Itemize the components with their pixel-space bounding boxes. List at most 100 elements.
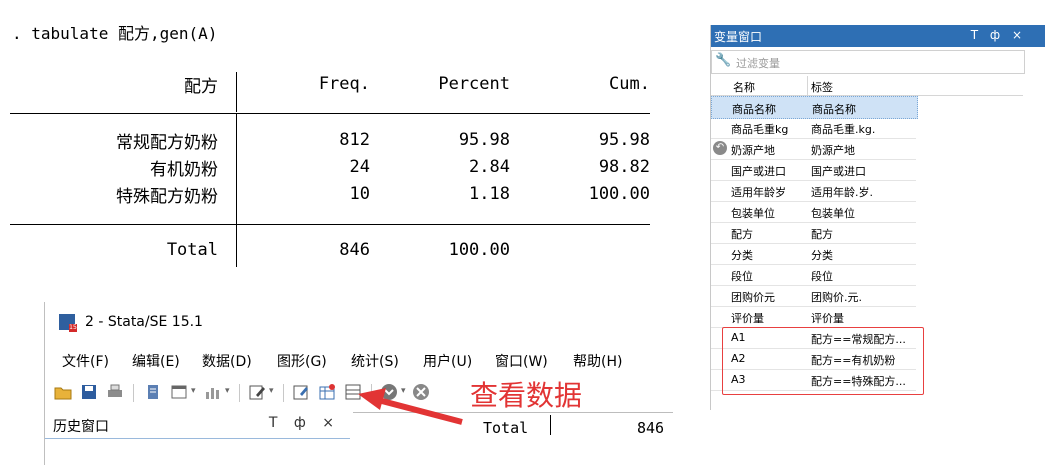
filter-input[interactable]: 🔧 过滤变量	[711, 50, 1025, 74]
variable-name: 包装单位	[731, 207, 775, 220]
chevron-down-icon[interactable]: ▾	[191, 386, 196, 396]
data-editor-icon[interactable]	[291, 382, 311, 402]
viewer-icon[interactable]	[169, 382, 189, 402]
variable-label: 段位	[811, 270, 833, 283]
table-cell: 100.00	[588, 184, 650, 204]
save-icon[interactable]	[79, 382, 99, 402]
history-window-header: 历史窗口 T ф ×	[45, 412, 350, 439]
variable-row[interactable]: 段位 段位	[711, 264, 916, 286]
table-row-label: 常规配方奶粉	[116, 133, 218, 153]
variable-label: 商品名称	[812, 103, 856, 116]
variable-label: 包装单位	[811, 207, 855, 220]
stata-titlebar: 15 2 - Stata/SE 15.1	[45, 302, 675, 340]
menu-statistics[interactable]: 统计(S)	[351, 351, 399, 371]
menu-user[interactable]: 用户(U)	[423, 351, 472, 371]
variable-label: 团购价.元.	[811, 291, 862, 304]
total-rule	[10, 224, 650, 225]
body-divider	[236, 114, 237, 224]
header-rule	[10, 113, 650, 114]
table-row-label: 有机奶粉	[150, 160, 218, 180]
table-cell: 24	[349, 157, 370, 177]
chevron-down-icon[interactable]: ▾	[269, 386, 274, 396]
data-browser-icon[interactable]	[317, 382, 337, 402]
variable-name: 评价量	[731, 312, 764, 325]
variable-label: 配方	[811, 228, 833, 241]
wrench-icon: 🔧	[715, 53, 732, 68]
variable-label: 适用年龄.岁.	[811, 186, 873, 199]
variable-row[interactable]: 商品名称 商品名称	[711, 96, 918, 119]
menu-help[interactable]: 帮助(H)	[573, 351, 622, 371]
menu-file[interactable]: 文件(F)	[62, 351, 109, 371]
menu-bar: 文件(F) 编辑(E) 数据(D) 图形(G) 统计(S) 用户(U) 窗口(W…	[45, 346, 675, 374]
variable-label: 奶源产地	[811, 144, 855, 157]
command-line: . tabulate 配方,gen(A)	[12, 24, 218, 43]
variable-name: 分类	[731, 249, 753, 262]
variable-row[interactable]: 评价量 评价量	[711, 306, 916, 328]
tabulate-output: . tabulate 配方,gen(A) 配方 Freq. Percent Cu…	[0, 0, 670, 290]
highlight-box	[722, 327, 924, 395]
window-controls[interactable]: T ф ×	[971, 28, 1026, 42]
chevron-down-icon[interactable]: ▾	[225, 386, 230, 396]
variable-label: 商品毛重.kg.	[811, 123, 876, 136]
menu-window[interactable]: 窗口(W)	[495, 351, 548, 371]
col-name-header[interactable]: 名称	[733, 79, 755, 95]
col-freq-header: Freq.	[318, 74, 370, 94]
variable-row[interactable]: 国产或进口 国产或进口	[711, 159, 916, 181]
menu-data[interactable]: 数据(D)	[202, 351, 252, 371]
variable-row[interactable]: 商品毛重kg 商品毛重.kg.	[711, 117, 916, 139]
variable-name: 国产或进口	[731, 165, 786, 178]
total-freq: 846	[339, 240, 370, 260]
arrow-icon	[358, 388, 463, 425]
variables-table-header: 名称 标签	[711, 76, 1023, 96]
filter-placeholder: 过滤变量	[736, 57, 780, 70]
total-percent: 100.00	[448, 240, 510, 260]
stata-logo-icon: 15	[59, 314, 77, 332]
variable-name: 团购价元	[731, 291, 775, 304]
results-total-value: 846	[637, 419, 665, 437]
variable-name: 奶源产地	[731, 144, 775, 157]
table-cell: 1.18	[469, 184, 510, 204]
graph-icon[interactable]	[203, 382, 223, 402]
col-label-header[interactable]: 标签	[811, 79, 833, 95]
variables-window-titlebar[interactable]: 变量窗口 T ф ×	[711, 25, 1045, 47]
total-divider	[236, 225, 237, 267]
variable-label: 国产或进口	[811, 165, 866, 178]
var-header: 配方	[184, 77, 218, 97]
menu-graphics[interactable]: 图形(G)	[277, 351, 327, 371]
open-icon[interactable]	[53, 382, 73, 402]
header-divider	[236, 72, 237, 112]
variable-name: 商品毛重kg	[731, 123, 789, 136]
variable-name: 配方	[731, 228, 753, 241]
revert-icon[interactable]: ↶	[713, 141, 727, 155]
table-row-label: 特殊配方奶粉	[116, 187, 218, 207]
variable-row[interactable]: 团购价元 团购价.元.	[711, 285, 916, 307]
do-file-editor-icon[interactable]	[247, 382, 267, 402]
window-title: 2 - Stata/SE 15.1	[85, 314, 203, 330]
variable-label: 分类	[811, 249, 833, 262]
variable-row[interactable]: 分类 分类	[711, 243, 916, 265]
table-cell: 812	[339, 130, 370, 150]
results-total-label: Total	[483, 419, 529, 437]
variable-name: 段位	[731, 270, 753, 283]
table-cell: 95.98	[458, 130, 510, 150]
menu-edit[interactable]: 编辑(E)	[132, 351, 180, 371]
variable-label: 评价量	[811, 312, 844, 325]
variables-window-title: 变量窗口	[714, 30, 763, 44]
table-cell: 10	[349, 184, 370, 204]
table-cell: 2.84	[469, 157, 510, 177]
window-controls[interactable]: T ф ×	[269, 415, 340, 431]
history-window-title: 历史窗口	[53, 419, 109, 435]
variable-row[interactable]: 配方 配方	[711, 222, 916, 244]
col-cum-header: Cum.	[609, 74, 650, 94]
variable-name: 商品名称	[732, 103, 776, 116]
total-label: Total	[166, 240, 218, 260]
variable-row[interactable]: 包装单位 包装单位	[711, 201, 916, 223]
table-cell: 98.82	[598, 157, 650, 177]
variable-row[interactable]: ↶ 奶源产地 奶源产地	[711, 138, 916, 160]
log-icon[interactable]	[143, 382, 163, 402]
col-percent-header: Percent	[438, 74, 510, 94]
annotation-text: 查看数据	[470, 379, 583, 412]
print-icon[interactable]	[105, 382, 125, 402]
variable-row[interactable]: 适用年龄岁 适用年龄.岁.	[711, 180, 916, 202]
variable-name: 适用年龄岁	[731, 186, 786, 199]
